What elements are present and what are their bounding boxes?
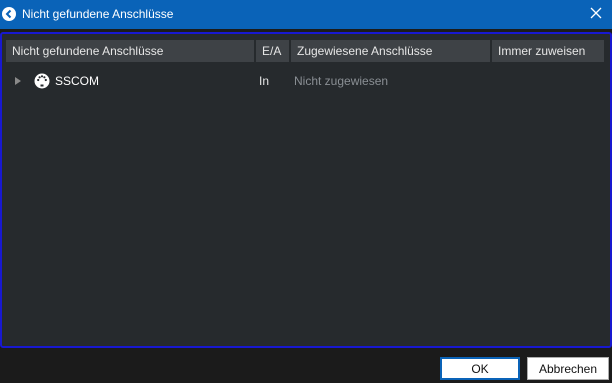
close-icon[interactable] [588, 5, 604, 21]
back-icon[interactable] [2, 7, 16, 21]
io-value: In [259, 74, 270, 88]
table-header: Nicht gefundene Anschlüsse E/A Zugewiese… [6, 40, 606, 62]
ports-panel: Nicht gefundene Anschlüsse E/A Zugewiese… [0, 32, 612, 348]
ok-button[interactable]: OK [440, 357, 520, 380]
table-row[interactable]: SSCOM In Nicht zugewiesen [6, 71, 606, 91]
column-header-missing-ports[interactable]: Nicht gefundene Anschlüsse [6, 40, 254, 62]
midi-connector-icon [34, 73, 50, 89]
column-header-always-assign[interactable]: Immer zuweisen [492, 40, 604, 62]
column-header-io[interactable]: E/A [256, 40, 289, 62]
assigned-port-value[interactable]: Nicht zugewiesen [294, 74, 388, 88]
cancel-button[interactable]: Abbrechen [527, 357, 609, 380]
expand-arrow-icon[interactable] [15, 77, 21, 85]
device-name: SSCOM [55, 74, 100, 88]
title-bar: Nicht gefundene Anschlüsse [0, 0, 612, 29]
window-title: Nicht gefundene Anschlüsse [22, 7, 174, 21]
column-header-assigned-ports[interactable]: Zugewiesene Anschlüsse [291, 40, 490, 62]
